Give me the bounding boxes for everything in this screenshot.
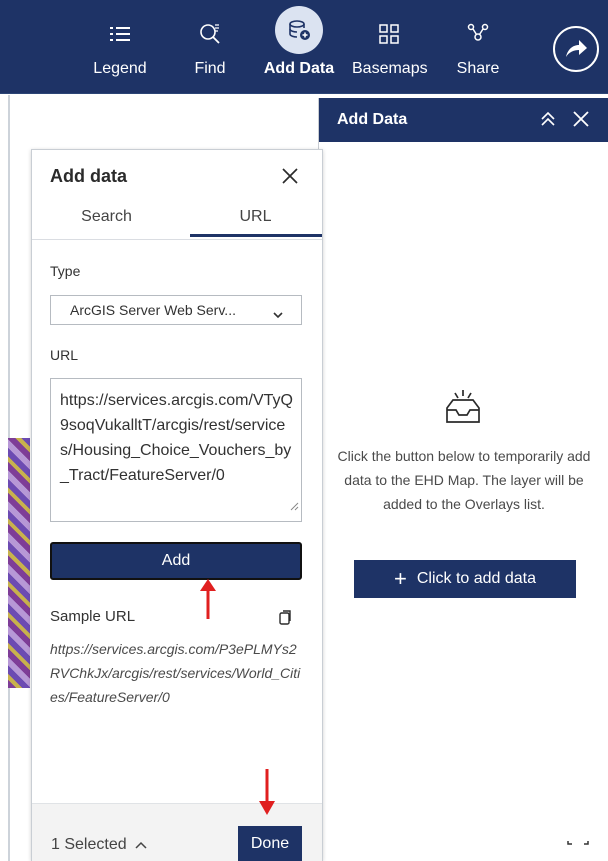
plus-icon: + bbox=[393, 566, 407, 591]
url-textarea[interactable]: https://services.arcgis.com/VTyQ9soqVuka… bbox=[50, 378, 302, 522]
close-icon[interactable] bbox=[571, 109, 591, 134]
share-icon bbox=[441, 14, 515, 54]
url-label: URL bbox=[50, 347, 79, 363]
dialog-footer: 1 Selected Done bbox=[32, 803, 322, 861]
add-data-icon bbox=[275, 6, 323, 54]
click-to-add-data-label: Click to add data bbox=[416, 570, 537, 587]
tab-search[interactable]: Search bbox=[34, 208, 179, 226]
collapse-icon[interactable] bbox=[539, 110, 557, 133]
legend-icon bbox=[83, 14, 157, 54]
url-textarea-value: https://services.arcgis.com/VTyQ9soqVuka… bbox=[60, 392, 293, 484]
toolbar-share-label: Share bbox=[456, 60, 500, 77]
side-panel-header: Add Data bbox=[319, 98, 608, 142]
toolbar-find[interactable]: Find bbox=[173, 14, 247, 78]
type-select-value: ArcGIS Server Web Serv... bbox=[70, 302, 236, 318]
find-icon bbox=[173, 14, 247, 54]
chevron-down-icon bbox=[273, 306, 283, 322]
toolbar-basemaps[interactable]: Basemaps bbox=[352, 14, 428, 78]
map-polygons bbox=[8, 438, 30, 688]
annotation-arrow-add bbox=[199, 578, 217, 625]
side-panel-empty-text: Click the button below to temporarily ad… bbox=[337, 448, 591, 512]
forward-arrow-icon bbox=[566, 40, 587, 57]
add-data-side-panel: Add Data Click the button below to tempo… bbox=[318, 98, 608, 841]
selected-count-toggle[interactable]: 1 Selected bbox=[51, 836, 147, 854]
dialog-title: Add data bbox=[50, 166, 128, 186]
done-button[interactable]: Done bbox=[238, 826, 302, 861]
toolbar-legend-label: Legend bbox=[93, 60, 147, 77]
add-data-dialog: Add data Search URL Type ArcGIS Server W… bbox=[31, 149, 323, 861]
selected-count-label: 1 Selected bbox=[51, 836, 127, 853]
toolbar-find-label: Find bbox=[194, 60, 226, 77]
sample-url-text: https://services.arcgis.com/P3ePLMYs2RVC… bbox=[50, 641, 301, 705]
copy-icon[interactable] bbox=[278, 609, 292, 630]
tab-selected-indicator bbox=[190, 234, 322, 237]
tab-url[interactable]: URL bbox=[183, 208, 328, 226]
toolbar-legend[interactable]: Legend bbox=[83, 14, 157, 78]
toolbar-basemaps-label: Basemaps bbox=[352, 60, 428, 77]
close-icon[interactable] bbox=[280, 166, 300, 191]
top-toolbar: Legend Find Add Data Basemaps Share bbox=[0, 0, 608, 94]
toolbar-share[interactable]: Share bbox=[441, 14, 515, 78]
annotation-arrow-done bbox=[258, 768, 276, 821]
basemaps-icon bbox=[352, 14, 426, 54]
share-arrow-button[interactable] bbox=[553, 26, 599, 72]
add-button[interactable]: Add bbox=[50, 542, 302, 580]
toolbar-add-data-label: Add Data bbox=[263, 60, 335, 77]
side-panel-title: Add Data bbox=[337, 111, 408, 128]
chevron-up-icon bbox=[135, 841, 147, 849]
click-to-add-data-button[interactable]: + Click to add data bbox=[354, 560, 576, 598]
type-select[interactable]: ArcGIS Server Web Serv... bbox=[50, 295, 302, 325]
sample-url-label: Sample URL bbox=[50, 608, 136, 625]
empty-inbox-icon bbox=[441, 388, 485, 433]
resize-grip-icon[interactable] bbox=[290, 494, 299, 519]
toolbar-add-data[interactable]: Add Data bbox=[262, 6, 336, 78]
type-label: Type bbox=[50, 263, 81, 279]
